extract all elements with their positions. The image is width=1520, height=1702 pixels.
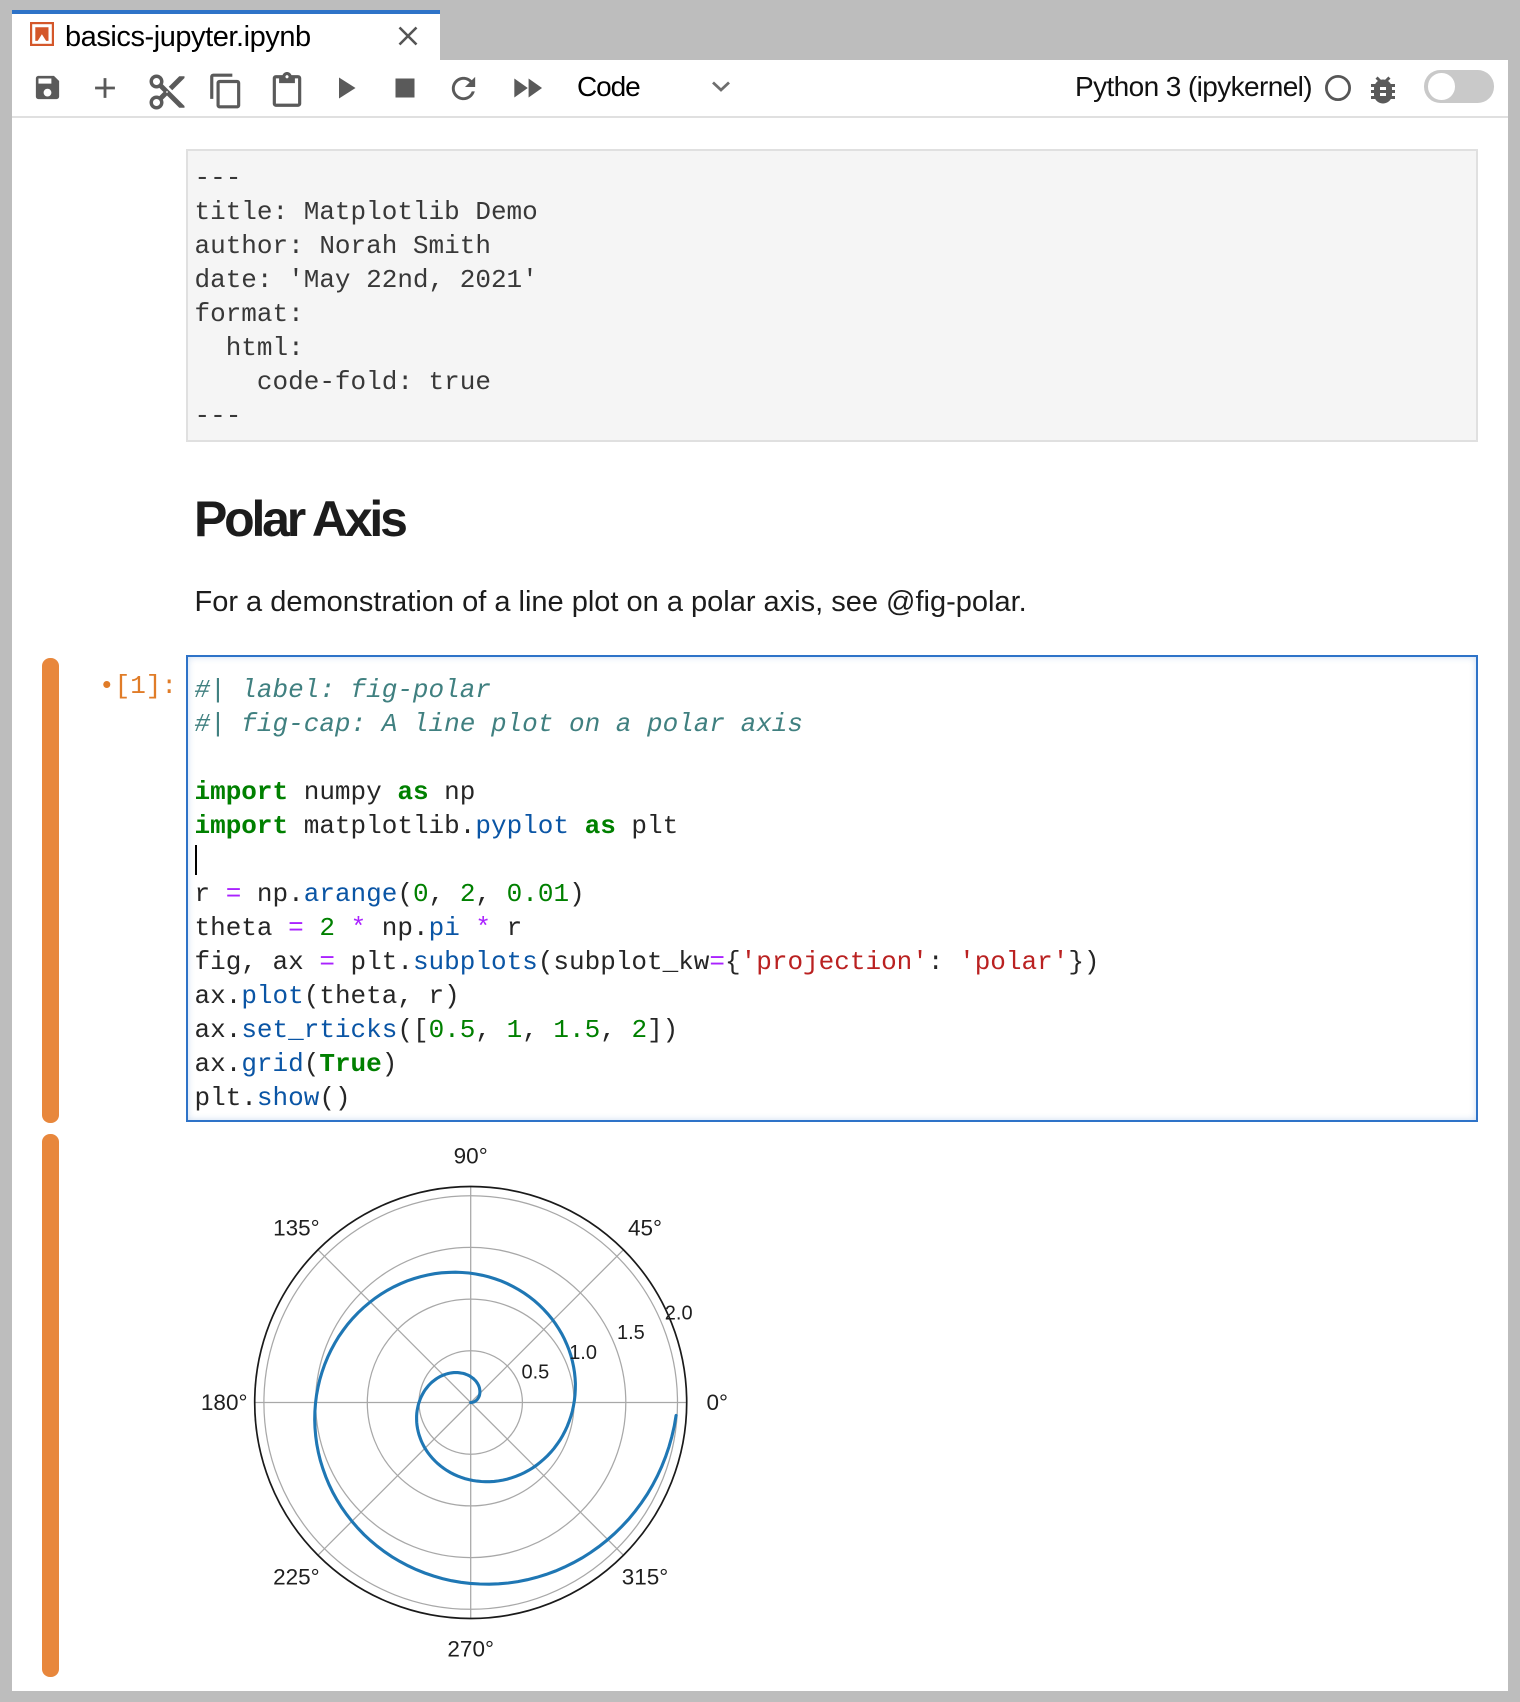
- svg-text:315°: 315°: [622, 1564, 669, 1589]
- svg-text:2.0: 2.0: [665, 1302, 693, 1324]
- svg-text:90°: 90°: [454, 1144, 488, 1169]
- svg-text:1.0: 1.0: [569, 1342, 597, 1364]
- svg-text:270°: 270°: [447, 1637, 494, 1662]
- svg-text:0°: 0°: [706, 1390, 728, 1415]
- svg-text:180°: 180°: [201, 1390, 248, 1415]
- svg-text:1.5: 1.5: [617, 1322, 645, 1344]
- svg-text:45°: 45°: [628, 1216, 662, 1241]
- svg-text:225°: 225°: [273, 1564, 320, 1589]
- svg-text:135°: 135°: [273, 1216, 320, 1241]
- svg-text:0.5: 0.5: [522, 1362, 550, 1384]
